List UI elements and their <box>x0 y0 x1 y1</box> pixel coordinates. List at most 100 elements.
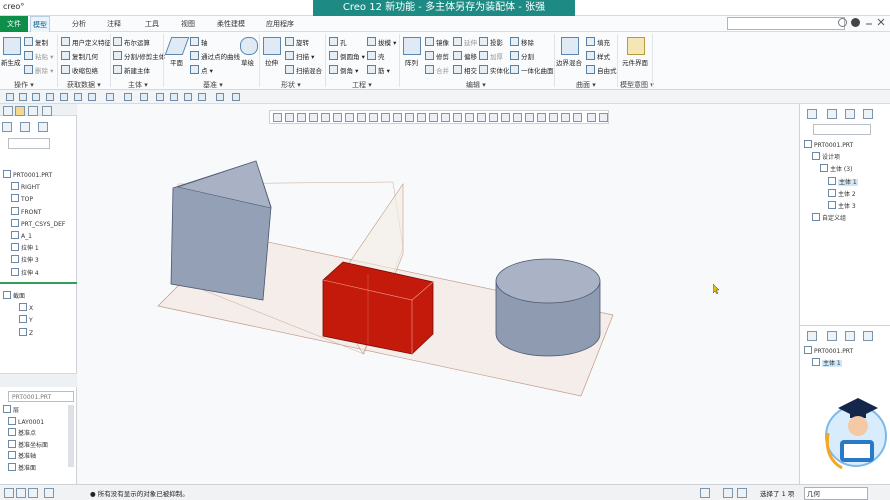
redo-icon[interactable] <box>106 93 114 101</box>
fill-button[interactable]: 填充 <box>586 37 610 47</box>
shell-button[interactable]: 壳 <box>367 51 385 61</box>
split-trim-body-button[interactable]: 分割/修剪主体 <box>113 51 165 61</box>
mirror-button[interactable]: 镜像 <box>425 37 449 47</box>
regenerate-icon[interactable] <box>3 37 21 55</box>
more-icon[interactable] <box>599 113 608 122</box>
unified-surface-button[interactable]: 一体化曲面 <box>510 65 554 75</box>
section-tree-item[interactable]: 截面 <box>3 291 25 300</box>
pause-icon[interactable] <box>587 113 596 122</box>
tree-settings-icon[interactable] <box>827 331 837 341</box>
offset-button[interactable]: 偏移 <box>453 51 477 61</box>
body-tree-item[interactable]: 主体 2 <box>828 188 856 198</box>
curve-through-points-button[interactable]: 通过点的曲线 <box>190 51 240 61</box>
selection-icon[interactable] <box>723 488 733 498</box>
model-tree-item[interactable]: A_1 <box>11 231 32 240</box>
component-interface-icon[interactable] <box>627 37 645 55</box>
model-tree-item[interactable]: 拉伸 1 <box>11 243 39 252</box>
plane-icon[interactable] <box>164 37 190 55</box>
component-interface-button[interactable]: 元件界面 <box>622 57 648 67</box>
copy-button[interactable]: 复制 <box>24 37 48 47</box>
tree-show-icon[interactable] <box>863 109 873 119</box>
point-button[interactable]: 点 ▾ <box>190 65 213 75</box>
sketch-icon[interactable] <box>240 37 258 55</box>
selection-filter-dropdown[interactable]: 几何 <box>804 487 868 500</box>
model-tree-item[interactable]: PRT_CSYS_DEF <box>11 218 65 228</box>
boolean-button[interactable]: 布尔运算 <box>113 37 150 47</box>
style-button[interactable]: 样式 <box>586 51 610 61</box>
revolve-button[interactable]: 旋转 <box>285 37 309 47</box>
named-views-icon[interactable] <box>321 113 330 122</box>
help-icon[interactable] <box>851 18 860 27</box>
datum-display-icon[interactable] <box>405 113 414 122</box>
section-tree-item[interactable]: X <box>19 303 33 312</box>
section-tree-item[interactable]: Y <box>19 315 33 324</box>
model-tree-item[interactable]: RIGHT <box>11 182 40 191</box>
show-toolbar-icon[interactable] <box>44 488 54 498</box>
zoom-in-icon[interactable] <box>285 113 294 122</box>
measure-icon[interactable] <box>198 93 206 101</box>
customize-icon[interactable] <box>232 93 240 101</box>
orient-icon[interactable] <box>537 113 546 122</box>
fullscreen-icon[interactable] <box>573 113 582 122</box>
project-button[interactable]: 投影 <box>479 37 503 47</box>
trim-button[interactable]: 修剪 <box>425 51 449 61</box>
csys-display-icon[interactable] <box>453 113 462 122</box>
model-tree-item[interactable]: PRT0001.PRT <box>3 170 52 179</box>
thicken-button[interactable]: 加厚 <box>479 51 503 61</box>
favorites-tab-icon[interactable] <box>28 106 38 116</box>
body-tree-item[interactable]: PRT0001.PRT <box>804 140 853 149</box>
swept-blend-button[interactable]: 扫描混合 <box>285 65 322 75</box>
pattern-button[interactable]: 阵列 <box>405 57 418 67</box>
annotation-display-icon[interactable] <box>465 113 474 122</box>
tree-columns-icon[interactable] <box>845 109 855 119</box>
udf-button[interactable]: 用户定义特征 <box>61 37 111 47</box>
graphics-area[interactable] <box>78 104 798 484</box>
right-tree-filter-input[interactable] <box>813 124 871 135</box>
display-style-icon[interactable] <box>333 113 342 122</box>
new-icon[interactable] <box>6 93 14 101</box>
body-3-cylinder-top[interactable] <box>495 258 601 304</box>
planes-display-icon[interactable] <box>417 113 426 122</box>
section-icon[interactable] <box>345 113 354 122</box>
pattern-icon[interactable] <box>403 37 421 55</box>
tab-applications[interactable]: 应用程序 <box>264 16 296 32</box>
display-style-icon[interactable] <box>170 93 178 101</box>
solidify-button[interactable]: 实体化 <box>479 65 510 75</box>
split-button[interactable]: 分割 <box>510 51 534 61</box>
show-browser-icon[interactable] <box>16 488 26 498</box>
gear-icon[interactable] <box>838 18 847 27</box>
section-tree-item[interactable]: Z <box>19 327 33 337</box>
regenerate-button[interactable]: 新生成 <box>1 57 21 67</box>
tab-model[interactable]: 模型 <box>30 16 50 33</box>
smart-filter-icon[interactable] <box>737 488 747 498</box>
tab-annotate[interactable]: 注释 <box>105 16 123 32</box>
undo-icon[interactable] <box>88 93 96 101</box>
view-manager-icon[interactable] <box>381 113 390 122</box>
body-tree-item[interactable]: 主体 (3) <box>820 164 852 173</box>
tree-icon[interactable] <box>807 331 817 341</box>
layer-model-select[interactable]: PRT0001.PRT <box>8 391 74 402</box>
window-icon[interactable] <box>74 93 82 101</box>
model-tree-item[interactable]: 拉伸 3 <box>11 255 39 264</box>
layer-item[interactable]: LAY0001 <box>8 416 44 426</box>
tab-analysis[interactable]: 分析 <box>70 16 88 32</box>
tree-columns-icon[interactable] <box>20 122 30 132</box>
body-tree-item[interactable]: 主体 3 <box>828 201 856 210</box>
layers-tab-icon[interactable] <box>42 106 52 116</box>
remove-button[interactable]: 移除 <box>510 37 534 47</box>
tab-view[interactable]: 视图 <box>179 16 197 32</box>
refit-icon[interactable] <box>273 113 282 122</box>
model-tree-item[interactable]: TOP <box>11 194 33 203</box>
intersect-button[interactable]: 相交 <box>453 65 477 75</box>
axes-display-icon[interactable] <box>429 113 438 122</box>
body-tree-item[interactable]: PRT0001.PRT <box>804 346 853 355</box>
windows-icon[interactable] <box>140 93 148 101</box>
extrude-button[interactable]: 拉伸 <box>265 57 278 67</box>
model-tree-item[interactable]: FRONT <box>11 206 42 216</box>
body-tree-item[interactable]: 设计项 <box>812 152 840 161</box>
sweep-button[interactable]: 扫描 ▾ <box>285 51 314 61</box>
extrude-icon[interactable] <box>263 37 281 55</box>
layer-item[interactable]: 基准坐标面 <box>8 439 48 449</box>
layer-item[interactable]: 基准面 <box>8 462 36 472</box>
repaint-icon[interactable] <box>309 113 318 122</box>
